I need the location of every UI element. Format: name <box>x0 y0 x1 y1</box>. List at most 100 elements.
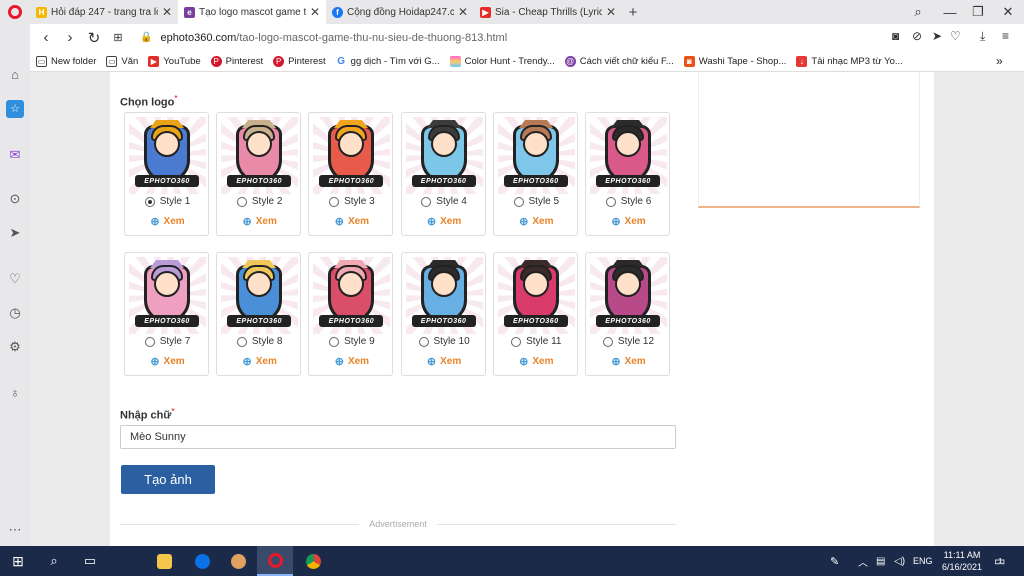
view-link[interactable]: ⊕ Xem <box>125 215 210 228</box>
chrome-icon[interactable] <box>295 546 331 576</box>
style-card[interactable]: EPHOTO360 Style 2 ⊕ Xem <box>216 112 302 236</box>
style-radio[interactable] <box>236 196 247 207</box>
style-radio[interactable] <box>511 336 522 347</box>
style-radio[interactable] <box>605 196 616 207</box>
style-option[interactable]: Style 2 <box>217 196 302 207</box>
network-icon[interactable]: ▤ <box>876 546 885 576</box>
task-view-icon[interactable]: ▭ <box>72 546 108 576</box>
history-icon[interactable]: ◷ <box>0 305 30 321</box>
style-option[interactable]: Style 4 <box>402 196 487 207</box>
file-explorer-icon[interactable] <box>146 546 182 576</box>
style-card[interactable]: EPHOTO360 Style 10 ⊕ Xem <box>400 252 487 376</box>
style-radio[interactable] <box>329 196 340 207</box>
bookmark-cach-viet[interactable]: @ Cách viết chữ kiểu F... <box>564 55 674 67</box>
restore-icon[interactable]: ❐ <box>962 0 994 24</box>
back-icon[interactable]: ‹ <box>34 29 58 46</box>
style-card[interactable]: EPHOTO360 Style 5 ⊕ Xem <box>492 112 579 236</box>
style-radio[interactable] <box>602 336 613 347</box>
url-field[interactable]: 🔒 ephoto360.com/tao-logo-mascot-game-thu… <box>140 32 507 44</box>
bookmark-youtube[interactable]: ▶ YouTube <box>148 55 201 67</box>
settings-icon[interactable]: ⚙ <box>0 339 30 355</box>
bookmark-pinterest-2[interactable]: P Pinterest <box>273 55 326 67</box>
view-link[interactable]: ⊕ Xem <box>309 215 394 228</box>
close-icon[interactable]: ✕ <box>162 5 172 19</box>
lightbulb-icon[interactable]: ♁ <box>0 385 30 400</box>
easy-setup-icon[interactable]: ≡ <box>1002 29 1009 43</box>
bookmark-gg-dich[interactable]: Ggg dịch - Tìm với G... <box>336 56 439 67</box>
more-bookmarks-icon[interactable]: » <box>996 54 1003 68</box>
view-link[interactable]: ⊕ Xem <box>586 215 671 228</box>
style-card[interactable]: EPHOTO360 Style 6 ⊕ Xem <box>585 112 670 236</box>
style-card[interactable]: EPHOTO360 Style 1 ⊕ Xem <box>124 112 209 236</box>
send-icon[interactable]: ➤ <box>932 29 942 43</box>
speed-dial-icon[interactable]: ☆ <box>0 100 30 118</box>
style-radio[interactable] <box>144 196 155 207</box>
style-radio[interactable] <box>329 336 340 347</box>
language-indicator[interactable]: ENG <box>913 546 933 576</box>
search-tabs-icon[interactable]: ⌕ <box>902 0 934 24</box>
style-card[interactable]: EPHOTO360 Style 8 ⊕ Xem <box>216 252 302 376</box>
start-icon[interactable]: ⊞ <box>0 546 36 576</box>
zalo-icon[interactable] <box>184 546 220 576</box>
style-card[interactable]: EPHOTO360 Style 9 ⊕ Xem <box>308 252 394 376</box>
close-icon[interactable]: ✕ <box>606 5 616 19</box>
view-link[interactable]: ⊕ Xem <box>402 355 487 368</box>
text-input[interactable] <box>120 425 676 449</box>
volume-icon[interactable]: ◁) <box>894 546 905 576</box>
view-link[interactable]: ⊕ Xem <box>494 355 579 368</box>
messenger-icon[interactable]: ✉ <box>0 147 30 163</box>
style-card[interactable]: EPHOTO360 Style 4 ⊕ Xem <box>400 112 487 236</box>
style-option[interactable]: Style 1 <box>125 196 210 207</box>
create-image-button[interactable]: Tạo ảnh <box>121 465 215 494</box>
heart-icon[interactable]: ♡ <box>950 29 961 43</box>
close-icon[interactable]: ✕ <box>458 5 468 19</box>
close-icon[interactable]: ✕ <box>310 5 320 19</box>
pen-icon[interactable]: ✎ <box>830 546 839 576</box>
style-radio[interactable] <box>418 336 429 347</box>
tab-2[interactable]: f Cộng đồng Hoidap247.com ✕ <box>326 0 474 24</box>
style-card[interactable]: EPHOTO360 Style 7 ⊕ Xem <box>124 252 209 376</box>
view-link[interactable]: ⊕ Xem <box>217 215 302 228</box>
new-tab-icon[interactable]: + <box>622 4 644 21</box>
close-window-icon[interactable]: ✕ <box>992 0 1024 24</box>
style-radio[interactable] <box>421 196 432 207</box>
style-card[interactable]: EPHOTO360 Style 12 ⊕ Xem <box>585 252 670 376</box>
send-icon[interactable]: ➤ <box>0 225 30 241</box>
paint-icon[interactable] <box>220 546 256 576</box>
tab-grid-icon[interactable]: ⊞ <box>106 31 130 44</box>
style-card[interactable]: EPHOTO360 Style 3 ⊕ Xem <box>308 112 394 236</box>
adblock-icon[interactable]: ⊘ <box>912 29 922 43</box>
player-icon[interactable]: ⊙ <box>0 191 30 207</box>
tab-1[interactable]: e Tạo logo mascot game thủ ✕ <box>178 0 326 24</box>
view-link[interactable]: ⊕ Xem <box>586 355 671 368</box>
bookmark-pinterest-1[interactable]: P Pinterest <box>210 55 263 67</box>
view-link[interactable]: ⊕ Xem <box>217 355 302 368</box>
style-card[interactable]: EPHOTO360 Style 11 ⊕ Xem <box>492 252 579 376</box>
style-option[interactable]: Style 10 <box>402 336 487 347</box>
style-option[interactable]: Style 11 <box>494 336 579 347</box>
bookmark-color-hunt[interactable]: Color Hunt - Trendy... <box>449 55 555 67</box>
style-option[interactable]: Style 5 <box>494 196 579 207</box>
reload-icon[interactable]: ↻ <box>82 29 106 47</box>
bookmark-tai-nhac[interactable]: ↓ Tải nhạc MP3 từ Yo... <box>796 55 903 67</box>
style-option[interactable]: Style 8 <box>217 336 302 347</box>
tab-3[interactable]: ▶ Sia - Cheap Thrills (Lyrics) ft ✕ <box>474 0 622 24</box>
download-icon[interactable]: ⤓ <box>980 29 985 44</box>
heart-icon[interactable]: ♡ <box>0 271 30 287</box>
view-link[interactable]: ⊕ Xem <box>309 355 394 368</box>
style-radio[interactable] <box>236 336 247 347</box>
view-link[interactable]: ⊕ Xem <box>402 215 487 228</box>
more-icon[interactable]: ⋯ <box>0 522 30 538</box>
style-option[interactable]: Style 7 <box>125 336 210 347</box>
opera-menu-icon[interactable] <box>0 0 30 24</box>
bookmark-van[interactable]: ▭ Văn <box>106 55 138 67</box>
search-icon[interactable]: ⌕ <box>36 546 72 576</box>
view-link[interactable]: ⊕ Xem <box>125 355 210 368</box>
camera-icon[interactable]: ◙ <box>892 29 899 43</box>
notification-icon[interactable]: ▭ 1 <box>994 546 1005 576</box>
clock[interactable]: 11:11 AM 6/16/2021 <box>934 549 990 573</box>
bookmark-new-folder[interactable]: ▭ New folder <box>36 55 96 67</box>
style-radio[interactable] <box>513 196 524 207</box>
style-option[interactable]: Style 9 <box>309 336 394 347</box>
forward-icon[interactable]: › <box>58 29 82 46</box>
